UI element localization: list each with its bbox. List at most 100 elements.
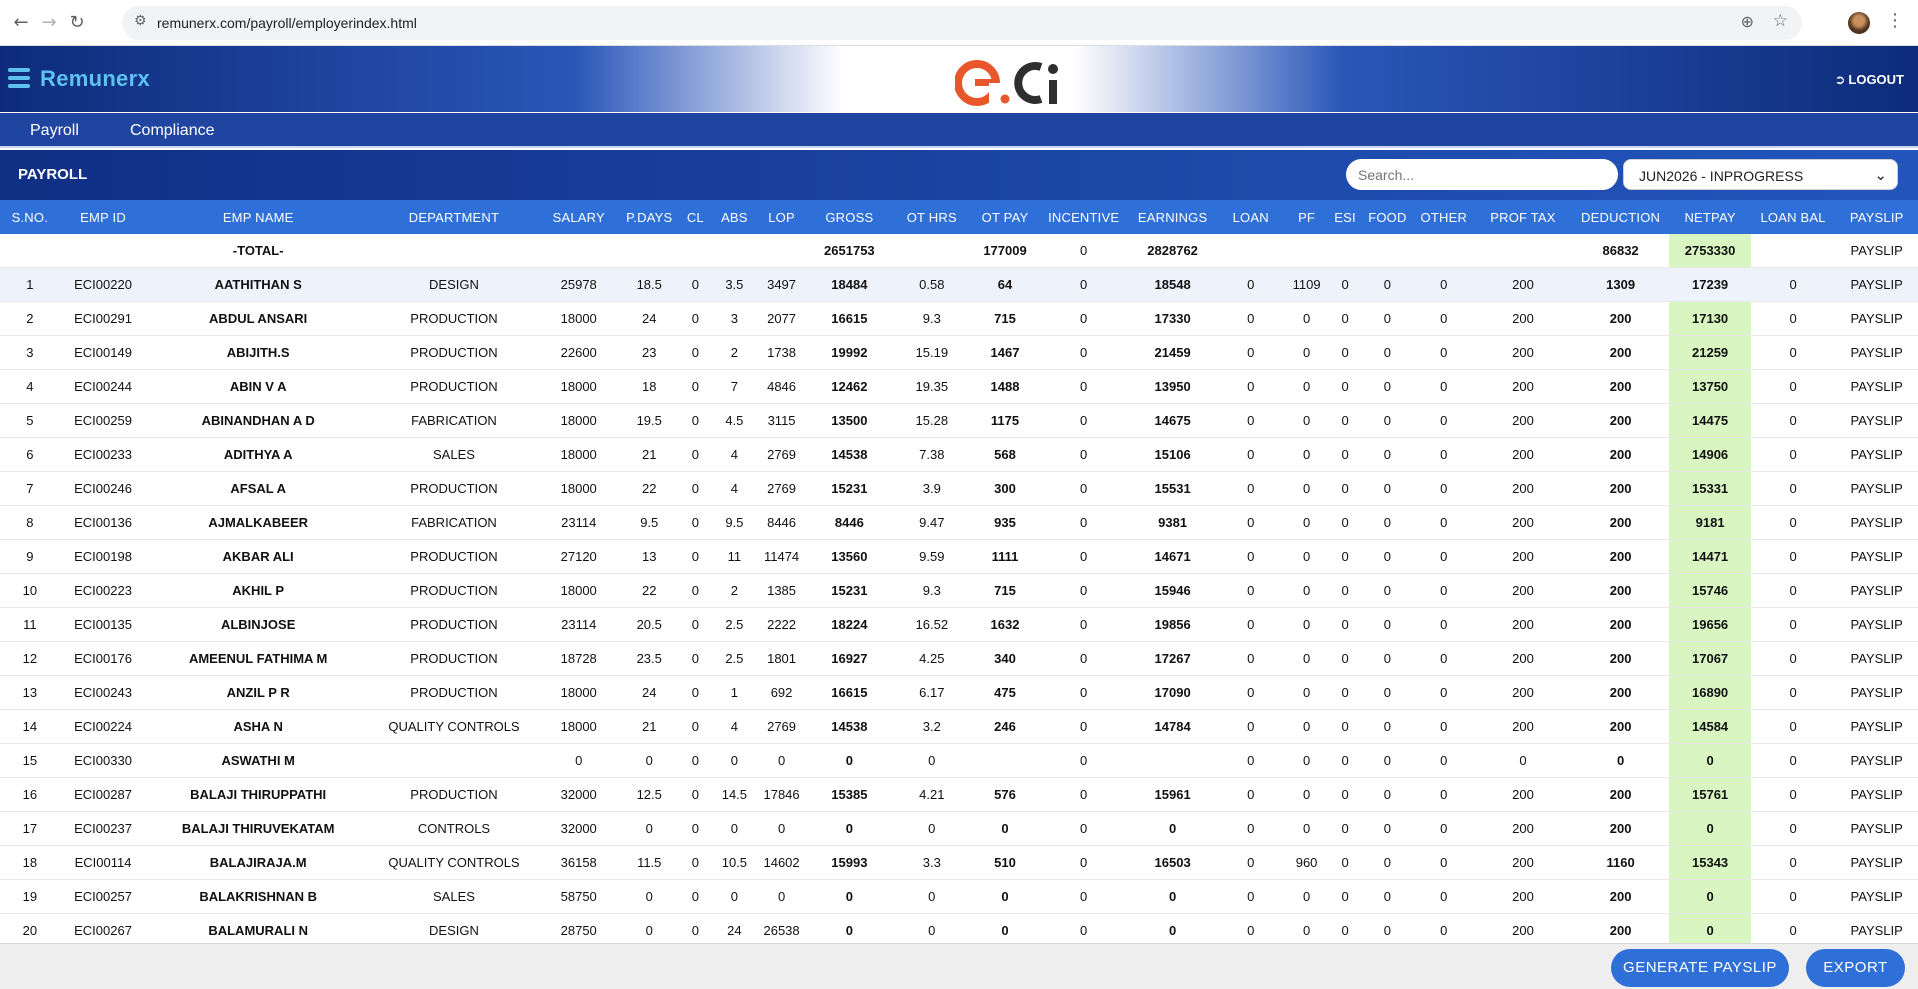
cell-food: 0 bbox=[1361, 471, 1414, 506]
table-row[interactable]: 14 ECI00224 ASHA N QUALITY CONTROLS 18000 21 0… bbox=[0, 709, 1918, 744]
cell-emp-name: ABINANDHAN A D bbox=[146, 403, 370, 438]
col-header-food[interactable]: FOOD bbox=[1361, 200, 1414, 234]
cell-payslip[interactable]: PAYSLIP bbox=[1835, 335, 1918, 370]
table-row[interactable]: 3 ECI00149 ABIJITH.S PRODUCTION 22600 23 0 2 173… bbox=[0, 335, 1918, 370]
col-header-department[interactable]: DEPARTMENT bbox=[369, 200, 539, 234]
col-header-pf[interactable]: PF bbox=[1284, 200, 1329, 234]
table-row[interactable]: 17 ECI00237 BALAJI THIRUVEKATAM CONTROLS 320… bbox=[0, 811, 1918, 846]
payroll-table-container[interactable]: S.NO. EMP ID EMP NAME DEPARTMENT SALARY P.DAY… bbox=[0, 200, 1918, 943]
cell-esi: 0 bbox=[1328, 539, 1362, 574]
cell-payslip[interactable]: PAYSLIP bbox=[1835, 301, 1918, 336]
cell-other: 0 bbox=[1413, 641, 1475, 676]
bookmark-star-icon[interactable]: ☆ bbox=[1773, 11, 1788, 31]
table-row[interactable]: 12 ECI00176 AMEENUL FATHIMA M PRODUCTION 187… bbox=[0, 641, 1918, 676]
back-arrow-icon[interactable]: ← bbox=[10, 12, 32, 34]
col-header-incentive[interactable]: INCENTIVE bbox=[1039, 200, 1129, 234]
table-row[interactable]: 15 ECI00330 ASWATHI M 0 0 0 0 0 0 0 0 0 0 0 0 0 0 0 0 0 PAYS… bbox=[0, 743, 1918, 778]
cell-payslip[interactable]: PAYSLIP bbox=[1835, 607, 1918, 642]
col-header-earnings[interactable]: EARNINGS bbox=[1128, 200, 1218, 234]
cell-payslip[interactable]: PAYSLIP bbox=[1835, 641, 1918, 676]
generate-payslip-button[interactable]: GENERATE PAYSLIP bbox=[1611, 949, 1789, 987]
table-row[interactable]: 4 ECI00244 ABIN V A PRODUCTION 18000 18 0 7 4846… bbox=[0, 369, 1918, 404]
table-row[interactable]: 8 ECI00136 AJMALKABEER FABRICATION 23114 9.5 0… bbox=[0, 505, 1918, 540]
col-header-other[interactable]: OTHER bbox=[1413, 200, 1475, 234]
table-row[interactable]: 18 ECI00114 BALAJIRAJA.M QUALITY CONTROLS 36… bbox=[0, 845, 1918, 880]
cell-earnings: 14675 bbox=[1128, 403, 1218, 438]
col-header-pdays[interactable]: P.DAYS bbox=[619, 200, 680, 234]
col-header-payslip[interactable]: PAYSLIP bbox=[1835, 200, 1918, 234]
profile-avatar[interactable] bbox=[1848, 12, 1870, 34]
table-row[interactable]: 20 ECI00267 BALAMURALI N DESIGN 28750 0 0 24 265… bbox=[0, 913, 1918, 943]
cell-payslip[interactable]: PAYSLIP bbox=[1835, 539, 1918, 574]
cell-payslip[interactable]: PAYSLIP bbox=[1835, 234, 1918, 268]
cell-esi: 0 bbox=[1328, 437, 1362, 472]
logout-button[interactable]: ➲ LOGOUT bbox=[1834, 72, 1904, 88]
col-header-emp-id[interactable]: EMP ID bbox=[59, 200, 147, 234]
cell-payslip[interactable]: PAYSLIP bbox=[1835, 777, 1918, 812]
cell-payslip[interactable]: PAYSLIP bbox=[1835, 879, 1918, 914]
col-header-cl[interactable]: CL bbox=[679, 200, 712, 234]
cell-payslip[interactable]: PAYSLIP bbox=[1835, 471, 1918, 506]
col-header-salary[interactable]: SALARY bbox=[538, 200, 620, 234]
url-text[interactable]: remunerx.com/payroll/employerindex.html bbox=[157, 15, 417, 31]
zoom-icon[interactable]: ⊕ bbox=[1741, 12, 1754, 31]
col-header-gross[interactable]: GROSS bbox=[805, 200, 893, 234]
cell-payslip[interactable]: PAYSLIP bbox=[1835, 573, 1918, 608]
col-header-emp-name[interactable]: EMP NAME bbox=[146, 200, 370, 234]
menu-item-payroll[interactable]: Payroll bbox=[30, 122, 79, 140]
cell-payslip[interactable]: PAYSLIP bbox=[1835, 743, 1918, 778]
cell-payslip[interactable]: PAYSLIP bbox=[1835, 369, 1918, 404]
col-header-lop[interactable]: LOP bbox=[757, 200, 806, 234]
table-row[interactable]: 1 ECI00220 AATHITHAN S DESIGN 25978 18.5 0 3.5 3… bbox=[0, 267, 1918, 302]
col-header-prof-tax[interactable]: PROF TAX bbox=[1474, 200, 1572, 234]
col-header-netpay[interactable]: NETPAY bbox=[1669, 200, 1751, 234]
col-header-sno[interactable]: S.NO. bbox=[0, 200, 60, 234]
cell-payslip[interactable]: PAYSLIP bbox=[1835, 267, 1918, 302]
cell-payslip[interactable]: PAYSLIP bbox=[1835, 913, 1918, 943]
table-row[interactable]: 7 ECI00246 AFSAL A PRODUCTION 18000 22 0 4 2769 1… bbox=[0, 471, 1918, 506]
table-row[interactable]: 5 ECI00259 ABINANDHAN A D FABRICATION 18000 1… bbox=[0, 403, 1918, 438]
action-footer: GENERATE PAYSLIP EXPORT bbox=[0, 943, 1918, 989]
col-header-esi[interactable]: ESI bbox=[1328, 200, 1362, 234]
col-header-ot-hrs[interactable]: OT HRS bbox=[892, 200, 971, 234]
cell-loan: 0 bbox=[1217, 709, 1285, 744]
col-header-ot-pay[interactable]: OT PAY bbox=[970, 200, 1040, 234]
search-input[interactable] bbox=[1346, 159, 1618, 190]
cell-food: 0 bbox=[1361, 335, 1414, 370]
menu-item-compliance[interactable]: Compliance bbox=[130, 122, 214, 140]
address-bar[interactable]: ⚙ remunerx.com/payroll/employerindex.htm… bbox=[122, 6, 1802, 40]
table-row[interactable]: 6 ECI00233 ADITHYA A SALES 18000 21 0 4 2769 1453… bbox=[0, 437, 1918, 472]
table-row[interactable]: 2 ECI00291 ABDUL ANSARI PRODUCTION 18000 24 0 3… bbox=[0, 301, 1918, 336]
export-button[interactable]: EXPORT bbox=[1806, 949, 1905, 987]
hamburger-menu-icon[interactable] bbox=[8, 68, 30, 88]
forward-arrow-icon[interactable]: → bbox=[38, 12, 60, 34]
cell-earnings: 15531 bbox=[1128, 471, 1218, 506]
cell-payslip[interactable]: PAYSLIP bbox=[1835, 845, 1918, 880]
table-row[interactable]: 11 ECI00135 ALBINJOSE PRODUCTION 23114 20.5 0 2… bbox=[0, 607, 1918, 642]
cell-payslip[interactable]: PAYSLIP bbox=[1835, 675, 1918, 710]
site-settings-icon[interactable]: ⚙ bbox=[134, 13, 147, 29]
col-header-abs[interactable]: ABS bbox=[711, 200, 758, 234]
cell-ot-hrs: 19.35 bbox=[892, 369, 971, 404]
cell-payslip[interactable]: PAYSLIP bbox=[1835, 709, 1918, 744]
brand-name[interactable]: Remunerx bbox=[40, 66, 150, 92]
table-total-row[interactable]: -TOTAL- 2651753 177009 0 2828762 86832 2753330… bbox=[0, 234, 1918, 268]
cell-salary: 23114 bbox=[538, 607, 620, 642]
col-header-deduction[interactable]: DEDUCTION bbox=[1571, 200, 1670, 234]
table-row[interactable]: 19 ECI00257 BALAKRISHNAN B SALES 58750 0 0 0 0 0 0… bbox=[0, 879, 1918, 914]
cell-payslip[interactable]: PAYSLIP bbox=[1835, 505, 1918, 540]
table-row[interactable]: 16 ECI00287 BALAJI THIRUPPATHI PRODUCTION 32… bbox=[0, 777, 1918, 812]
reload-icon[interactable]: ↻ bbox=[66, 12, 88, 34]
cell-payslip[interactable]: PAYSLIP bbox=[1835, 403, 1918, 438]
browser-menu-icon[interactable]: ⋮ bbox=[1886, 10, 1904, 31]
cell-lop: 1738 bbox=[757, 335, 806, 370]
cell-payslip[interactable]: PAYSLIP bbox=[1835, 811, 1918, 846]
table-row[interactable]: 13 ECI00243 ANZIL P R PRODUCTION 18000 24 0 1 69… bbox=[0, 675, 1918, 710]
cell-abs: 10.5 bbox=[711, 845, 758, 880]
col-header-loan[interactable]: LOAN bbox=[1217, 200, 1285, 234]
table-row[interactable]: 10 ECI00223 AKHIL P PRODUCTION 18000 22 0 2 1385… bbox=[0, 573, 1918, 608]
cell-payslip[interactable]: PAYSLIP bbox=[1835, 437, 1918, 472]
period-select[interactable]: JUN2026 - INPROGRESS ⌄ bbox=[1623, 159, 1898, 190]
col-header-loan-bal[interactable]: LOAN BAL bbox=[1750, 200, 1836, 234]
table-row[interactable]: 9 ECI00198 AKBAR ALI PRODUCTION 27120 13 0 11 11… bbox=[0, 539, 1918, 574]
